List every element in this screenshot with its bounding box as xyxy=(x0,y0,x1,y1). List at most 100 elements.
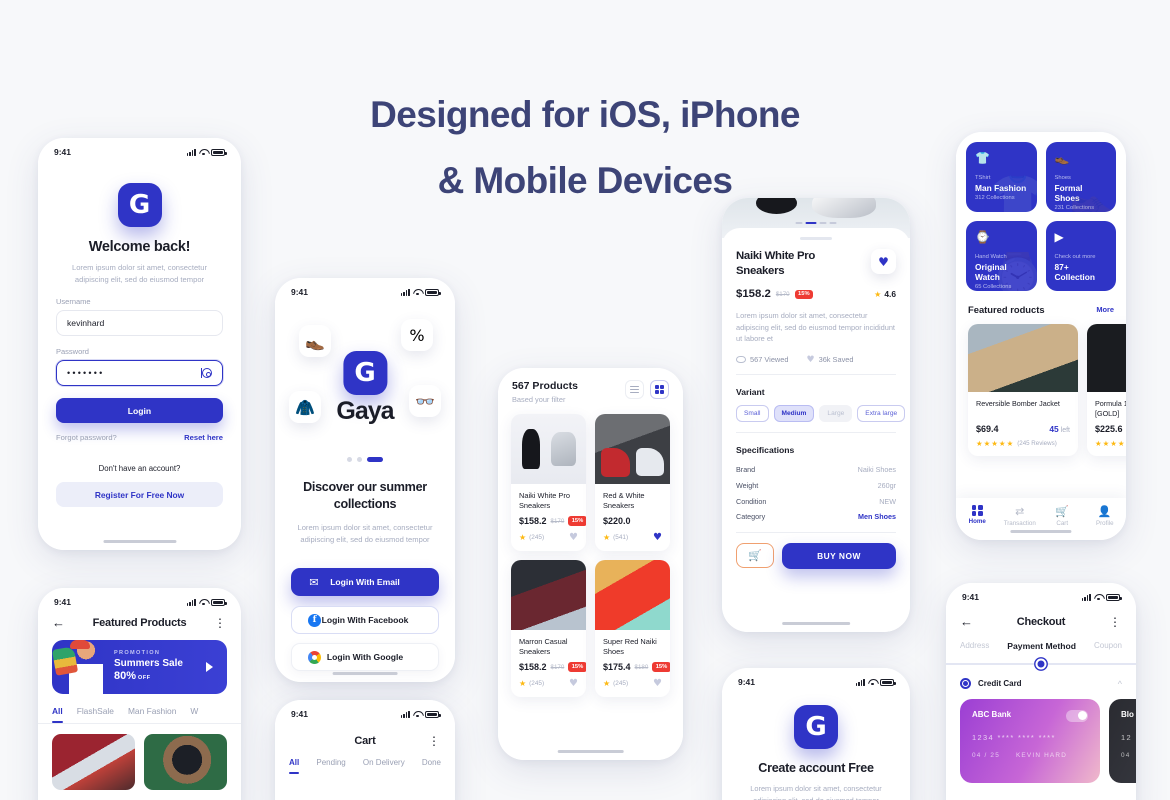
variant-medium[interactable]: Medium xyxy=(773,404,815,422)
star-icon: ★ xyxy=(519,679,527,688)
buy-now-button[interactable]: BUY NOW xyxy=(782,542,896,569)
featured-product-card[interactable]: Pormula 1 Exclu Watch [GOLD] $225.6 ★★ ★… xyxy=(1087,324,1126,456)
credit-card[interactable]: Blo 12 04 xyxy=(1109,699,1136,783)
tab-women[interactable]: W xyxy=(190,706,198,716)
favorite-icon[interactable]: ♥ xyxy=(569,532,578,543)
favorite-icon[interactable]: ♥ xyxy=(569,678,578,689)
tab-done[interactable]: Done xyxy=(422,758,441,767)
credit-card-radio[interactable] xyxy=(960,678,971,689)
variant-label: Variant xyxy=(736,386,765,397)
spec-key: Condition xyxy=(736,496,767,506)
tab-coupon[interactable]: Coupon xyxy=(1094,641,1122,651)
progress-knob[interactable] xyxy=(1035,658,1047,670)
more-options-icon[interactable]: ⋮ xyxy=(213,617,227,629)
variant-small[interactable]: Small xyxy=(736,404,769,422)
variant-extra-large[interactable]: Extra large xyxy=(857,404,906,422)
spec-row: Brand Naiki Shoes xyxy=(736,462,896,478)
filter-subtitle: Based your filter xyxy=(512,395,566,404)
card-active-toggle[interactable] xyxy=(1066,710,1088,722)
product-reviews: (245) xyxy=(613,680,629,687)
back-arrow-icon[interactable]: ← xyxy=(52,615,66,630)
tab-payment-method[interactable]: Payment Method xyxy=(1007,641,1076,651)
transaction-icon: ⇄ xyxy=(1015,505,1025,518)
login-button[interactable]: Login xyxy=(56,398,223,423)
tab-transaction[interactable]: ⇄ Transaction xyxy=(999,505,1042,527)
grid-view-icon[interactable] xyxy=(650,380,669,399)
promo-play-icon[interactable] xyxy=(206,662,213,672)
featured-product-card[interactable]: Reversible Bomber Jacket $69.4 45 left ★… xyxy=(968,324,1078,456)
spec-key: Category xyxy=(736,512,766,522)
login-with-facebook-button[interactable]: f Login With Facebook xyxy=(291,606,439,634)
cart-status-tabs: All Pending On Delivery Done xyxy=(275,748,455,774)
spec-value[interactable]: Men Shoes xyxy=(858,512,896,521)
star-icon: ★ xyxy=(991,439,998,448)
back-arrow-icon[interactable]: ← xyxy=(960,614,974,629)
promo-eyebrow: PROMOTION xyxy=(114,650,161,656)
category-card-formal-shoes[interactable]: 👞 👞 Shoes Formal Shoes 231 Collections xyxy=(1045,142,1116,212)
favorite-icon[interactable]: ♥ xyxy=(871,249,896,275)
star-icon: ★ xyxy=(603,533,611,542)
tab-all[interactable]: All xyxy=(289,758,300,774)
product-price: $220.0 xyxy=(603,516,631,526)
reset-link[interactable]: Reset here xyxy=(184,433,223,442)
show-password-icon[interactable] xyxy=(202,368,212,378)
promo-percent: 80% xyxy=(114,670,137,682)
variant-large[interactable]: Large xyxy=(819,404,853,422)
product-card[interactable]: Super Red Naiki Shoes $175.4 $180 15% ★ … xyxy=(595,560,670,697)
more-options-icon[interactable]: ⋮ xyxy=(1108,616,1122,628)
more-options-icon[interactable]: ⋮ xyxy=(427,735,441,747)
product-price: $158.2 xyxy=(736,288,771,301)
register-button[interactable]: Register For Free Now xyxy=(56,482,223,507)
product-card[interactable]: Red & White Sneakers $220.0 ★ (541) ♥ xyxy=(595,414,670,551)
product-old-price: $170 xyxy=(550,517,565,525)
product-discount-badge: 15% xyxy=(568,516,586,526)
product-discount-badge: 15% xyxy=(794,289,813,299)
tab-pending[interactable]: Pending xyxy=(316,758,345,767)
tab-cart[interactable]: 🛒 Cart xyxy=(1041,505,1084,527)
card-number: 12 xyxy=(1121,733,1133,742)
login-with-email-button[interactable]: ✉ Login With Email xyxy=(291,568,439,596)
tab-flashsale[interactable]: FlashSale xyxy=(77,706,114,716)
tab-on-delivery[interactable]: On Delivery xyxy=(363,758,405,767)
wifi-icon xyxy=(199,599,208,606)
favorite-icon[interactable]: ♥ xyxy=(653,532,662,543)
tab-all[interactable]: All xyxy=(52,706,63,723)
list-view-icon[interactable] xyxy=(625,380,644,399)
screen-title: Checkout xyxy=(1016,615,1066,628)
phone-featured-products-screen: 9:41 ← Featured Products ⋮ PROMOTION Sum… xyxy=(38,588,241,800)
product-card[interactable]: Naiki White Pro Sneakers $158.2 $170 15%… xyxy=(511,414,586,551)
product-card[interactable]: Marron Casual Sneakers $158.2 $170 15% ★… xyxy=(511,560,586,697)
favorite-icon[interactable]: ♥ xyxy=(653,678,662,689)
product-thumbnail[interactable] xyxy=(144,734,227,790)
add-to-cart-button[interactable]: 🛒 xyxy=(736,543,774,569)
sheet-grabber[interactable] xyxy=(800,237,832,241)
product-name: Marron Casual Sneakers xyxy=(519,637,568,656)
forgot-password-label: Forgot password? xyxy=(56,433,117,442)
jacket-emoji-icon: 🧥 xyxy=(289,391,321,423)
tab-address[interactable]: Address xyxy=(960,641,989,651)
category-card-original-watch[interactable]: ⌚ ⌚ Hand Watch Original Watch 65 Collect… xyxy=(966,221,1037,291)
star-icon: ★ xyxy=(998,439,1006,448)
mail-icon: ✉ xyxy=(309,575,319,589)
password-input[interactable]: ••••••• xyxy=(56,360,223,386)
category-card-man-fashion[interactable]: 👕 👕 TShirt Man Fashion 312 Collections xyxy=(966,142,1037,212)
star-icon: ★ xyxy=(976,439,983,448)
tab-man-fashion[interactable]: Man Fashion xyxy=(128,706,176,716)
login-with-google-button[interactable]: Login With Google xyxy=(291,643,439,671)
card-holder: KEVIN HARD xyxy=(1015,752,1068,759)
tab-home[interactable]: Home xyxy=(956,505,999,525)
username-input[interactable]: kevinhard xyxy=(56,310,223,336)
product-thumbnail[interactable] xyxy=(52,734,135,790)
chevron-up-icon[interactable]: ^ xyxy=(1118,679,1122,689)
promo-banner[interactable]: PROMOTION Summers Sale 80% OFF xyxy=(52,640,227,694)
home-indicator xyxy=(1010,529,1072,533)
specifications-label: Specifications xyxy=(736,444,795,455)
spec-value: 260gr xyxy=(877,480,896,490)
star-icon: ★ xyxy=(519,533,527,542)
home-indicator xyxy=(102,539,177,543)
more-link[interactable]: More xyxy=(1096,305,1114,314)
tab-profile[interactable]: 👤 Profile xyxy=(1084,505,1127,527)
home-indicator xyxy=(782,621,850,625)
credit-card[interactable]: ABC Bank 1234 **** **** **** 04 / 25 KEV… xyxy=(960,699,1100,783)
category-card-more-collection[interactable]: ▶ Check out more 87+ Collection xyxy=(1045,221,1116,291)
